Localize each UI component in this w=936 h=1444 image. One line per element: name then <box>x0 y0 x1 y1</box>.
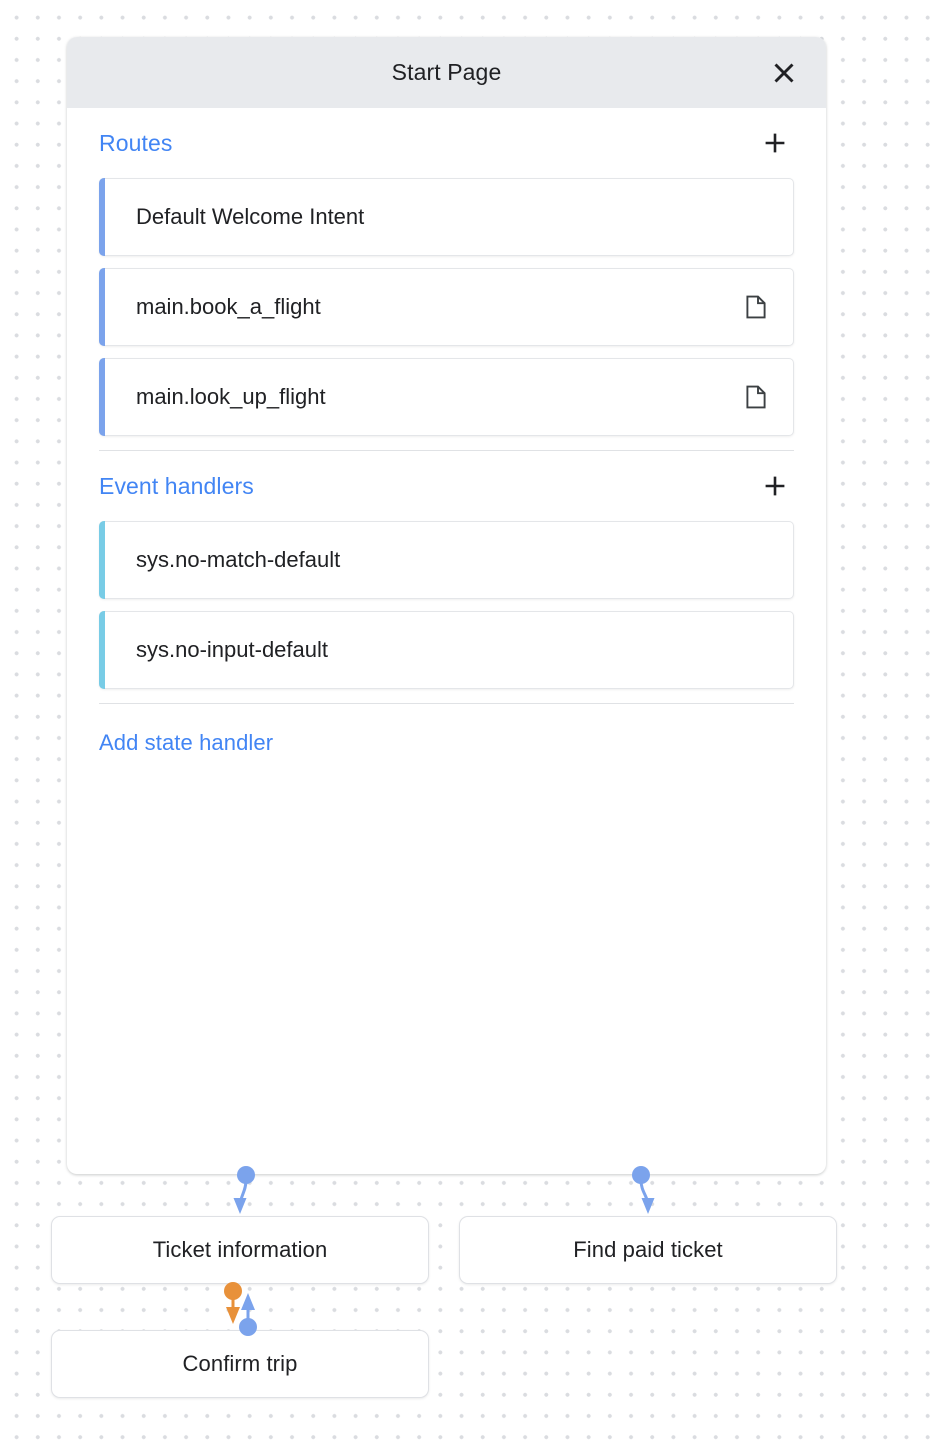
flow-node-find-paid-ticket[interactable]: Find paid ticket <box>459 1216 837 1284</box>
routes-list: Default Welcome Intent main.book_a_fligh… <box>83 178 810 436</box>
start-page-panel: Start Page Routes Default Welcome Intent… <box>67 37 826 1174</box>
close-icon[interactable] <box>764 53 804 93</box>
page-title: Start Page <box>391 59 502 85</box>
panel-body: Routes Default Welcome Intent main.book_… <box>67 108 826 1174</box>
event-handler-label: sys.no-match-default <box>136 547 341 572</box>
route-item-default-welcome-intent[interactable]: Default Welcome Intent <box>99 178 794 256</box>
section-header-event-handlers: Event handlers <box>83 451 810 521</box>
node-label: Confirm trip <box>182 1351 298 1376</box>
route-item-main-book-a-flight[interactable]: main.book_a_flight <box>99 268 794 346</box>
event-handler-label: sys.no-input-default <box>136 637 328 662</box>
flow-node-confirm-trip[interactable]: Confirm trip <box>51 1330 429 1398</box>
flow-canvas[interactable]: Start Page Routes Default Welcome Intent… <box>0 0 936 1444</box>
panel-header: Start Page <box>67 37 826 108</box>
section-title-routes: Routes <box>99 129 173 156</box>
event-handler-item-sys-no-input-default[interactable]: sys.no-input-default <box>99 611 794 689</box>
add-state-handler-row: Add state handler <box>83 704 810 756</box>
section-title-event-handlers: Event handlers <box>99 472 254 499</box>
route-item-main-look-up-flight[interactable]: main.look_up_flight <box>99 358 794 436</box>
document-icon[interactable] <box>743 294 769 320</box>
section-header-routes: Routes <box>83 108 810 178</box>
route-label: main.book_a_flight <box>136 294 321 319</box>
flow-node-ticket-information[interactable]: Ticket information <box>51 1216 429 1284</box>
document-icon[interactable] <box>743 384 769 410</box>
edge-ticket-information-to-confirm-trip <box>224 1282 242 1324</box>
add-route-button[interactable] <box>756 124 794 162</box>
add-state-handler-link[interactable]: Add state handler <box>99 730 273 756</box>
edge-endpoint-dot <box>224 1282 242 1300</box>
add-event-handler-button[interactable] <box>756 467 794 505</box>
node-label: Find paid ticket <box>573 1237 723 1262</box>
event-handler-item-sys-no-match-default[interactable]: sys.no-match-default <box>99 521 794 599</box>
route-label: Default Welcome Intent <box>136 204 365 229</box>
event-handlers-list: sys.no-match-default sys.no-input-defaul… <box>83 521 810 689</box>
route-label: main.look_up_flight <box>136 384 326 409</box>
node-label: Ticket information <box>152 1237 328 1262</box>
